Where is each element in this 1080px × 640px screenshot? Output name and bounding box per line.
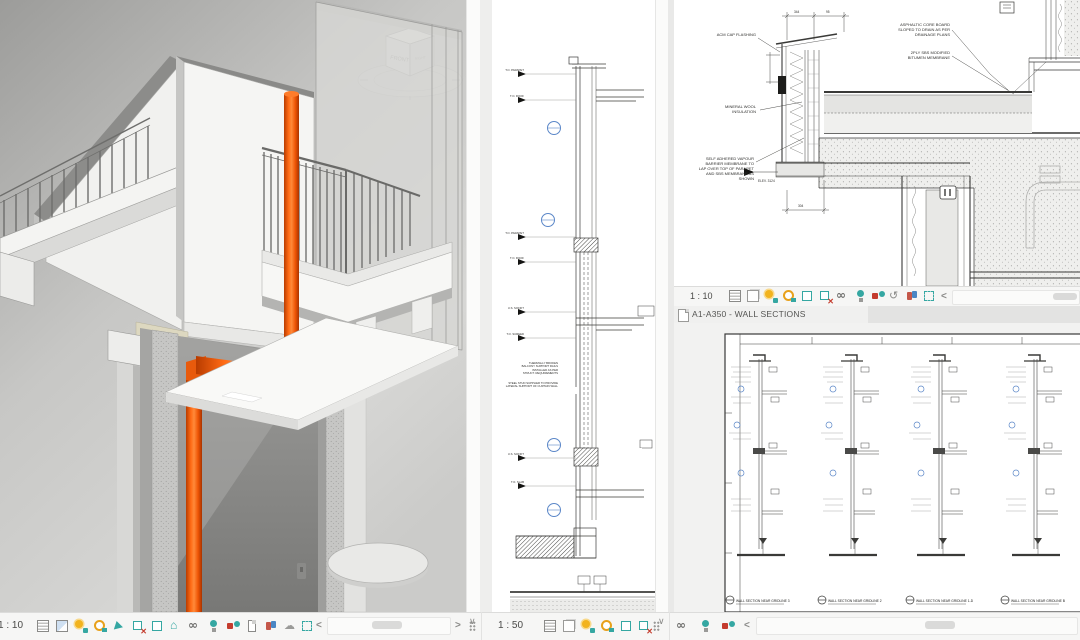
displaced-elements-icon[interactable]: [905, 289, 919, 303]
scroll-right-chevron[interactable]: >: [455, 620, 461, 631]
crop-view-icon[interactable]: [112, 619, 126, 633]
selection-box-icon[interactable]: [922, 289, 936, 303]
hide-crop-icon[interactable]: ✕: [131, 619, 145, 633]
caption-gridline-3: WALL SECTION NEAR GRIDLINE 3: [736, 599, 790, 603]
hide-crop-icon[interactable]: ✕: [818, 289, 832, 303]
vscroll-down-arrow[interactable]: ∨: [469, 616, 476, 627]
temp-isolate-icon[interactable]: [721, 619, 735, 633]
detail-scale-label[interactable]: 1 : 10: [690, 291, 713, 301]
detail-view-canvas[interactable]: 344 95 304 ELEV. 3124: [674, 0, 1080, 286]
reveal-constraints-icon[interactable]: ☁: [283, 619, 297, 633]
crop-region-icon[interactable]: [150, 619, 164, 633]
acm-flashing-note: ACM CAP FLASHING: [692, 32, 756, 37]
sun-path-icon[interactable]: [74, 619, 88, 633]
sheet-title-bar-tail: [868, 306, 1080, 323]
sheet-view-canvas[interactable]: WALL SECTION NEAR GRIDLINE 3 WALL SECTIO…: [674, 323, 1080, 612]
temp-view-properties-icon[interactable]: ↺: [888, 289, 902, 303]
temp-isolate-icon[interactable]: [226, 619, 240, 633]
revit-window: FRONT RIGHT: [0, 0, 1080, 640]
caption-gridline-2: WALL SECTION NEAR GRIDLINE 2: [828, 599, 882, 603]
3d-view-canvas[interactable]: FRONT RIGHT: [0, 0, 466, 612]
svg-text:T.O. PARAPET: T.O. PARAPET: [505, 231, 524, 235]
section-view-vscrollbar[interactable]: [655, 0, 669, 612]
detail-level-icon[interactable]: [36, 619, 50, 633]
svg-text:U.S. SOFFIT: U.S. SOFFIT: [508, 306, 524, 310]
wall-section-view-canvas[interactable]: T.O. PARAPET T.O. ROOF T.O. PARAPET T.O.…: [492, 0, 655, 612]
sheet-title[interactable]: A1-A350 - WALL SECTIONS: [692, 309, 806, 319]
temp-isolate-icon[interactable]: [871, 289, 885, 303]
reveal-hidden-icon[interactable]: ∞: [676, 619, 690, 633]
3d-hscrollbar-thumb[interactable]: [372, 621, 402, 629]
sheet-hscrollbar[interactable]: [756, 617, 1078, 635]
vscroll-down-arrow[interactable]: ∨: [658, 616, 665, 627]
default-3d-view-icon[interactable]: ⌂: [169, 619, 183, 633]
caption-gridline-b: WALL SECTION NEAR GRIDLINE B: [1011, 599, 1066, 603]
vapour-barrier-note: SELF ADHERED VAPOUR BARRIER MEMBRANE TO …: [684, 156, 754, 181]
detail-level-icon[interactable]: [728, 289, 742, 303]
svg-text:U.S. SOFFIT: U.S. SOFFIT: [508, 452, 524, 456]
shadows-icon[interactable]: [600, 619, 614, 633]
shadows-icon[interactable]: [93, 619, 107, 633]
crop-view-icon[interactable]: [800, 289, 814, 303]
temp-view-properties-icon[interactable]: [245, 619, 259, 633]
svg-text:T.O. SCREED: T.O. SCREED: [506, 332, 524, 336]
sun-path-icon[interactable]: [764, 289, 778, 303]
svg-text:ELEV. 3124: ELEV. 3124: [758, 179, 775, 183]
membrane-note: 2PLY SBS MODIFIED BITUMEN MEMBRANE: [882, 50, 950, 60]
svg-text:344: 344: [794, 10, 800, 14]
sheet-icon: [678, 309, 689, 322]
bar-collapse-chevron[interactable]: <: [744, 620, 750, 631]
temp-hide-isolate-icon[interactable]: [854, 289, 868, 303]
svg-text:T.O. SLAB: T.O. SLAB: [511, 480, 524, 484]
bar-collapse-chevron[interactable]: <: [316, 620, 322, 631]
temp-hide-isolate-icon[interactable]: [699, 619, 713, 633]
section-scale-label[interactable]: 1 : 50: [498, 620, 523, 631]
detail-level-icon[interactable]: [543, 619, 557, 633]
svg-text:T.O. PARAPET: T.O. PARAPET: [505, 68, 524, 72]
thermal-break-note: THERMALLY BROKEN BALCONY SUPPORT RAILS I…: [500, 362, 558, 376]
core-board-note: ASPHALTIC CORE BOARD SLOPED TO DRAIN AS …: [870, 22, 950, 37]
steel-stud-note: STEEL STUD SUPPLIER TO PROVIDE LATERAL S…: [496, 382, 558, 389]
caption-gridline-1d: WALL SECTION NEAR GRIDLINE 1-D: [916, 599, 974, 603]
reveal-hidden-icon[interactable]: ∞: [836, 289, 850, 303]
detail-hscrollbar-thumb[interactable]: [1053, 293, 1077, 300]
svg-text:304: 304: [798, 204, 804, 208]
visual-style-icon[interactable]: [562, 619, 576, 633]
temp-hide-isolate-icon[interactable]: [207, 619, 221, 633]
hide-crop-icon[interactable]: ✕: [637, 619, 651, 633]
mineral-wool-note: MINERAL WOOL INSULATION: [700, 104, 756, 114]
svg-text:95: 95: [826, 10, 830, 14]
sheet-page: WALL SECTION NEAR GRIDLINE 3 WALL SECTIO…: [725, 334, 1080, 612]
displaced-elements-icon[interactable]: [264, 619, 278, 633]
reveal-hidden-icon[interactable]: ∞: [188, 619, 202, 633]
bar-collapse-chevron[interactable]: <: [941, 291, 947, 302]
selection-box-icon[interactable]: [300, 619, 314, 633]
3d-scale-label[interactable]: 1 : 10: [0, 620, 23, 631]
shadows-icon[interactable]: [782, 289, 796, 303]
crop-view-icon[interactable]: [619, 619, 633, 633]
svg-text:T.O. ROOF: T.O. ROOF: [510, 94, 524, 98]
sheet-hscrollbar-thumb[interactable]: [925, 621, 955, 629]
visual-style-icon[interactable]: [746, 289, 760, 303]
3d-view-vscrollbar[interactable]: [466, 0, 481, 612]
svg-text:T.O. ROOF: T.O. ROOF: [510, 256, 524, 260]
sun-path-icon[interactable]: [581, 619, 595, 633]
visual-style-icon[interactable]: [55, 619, 69, 633]
